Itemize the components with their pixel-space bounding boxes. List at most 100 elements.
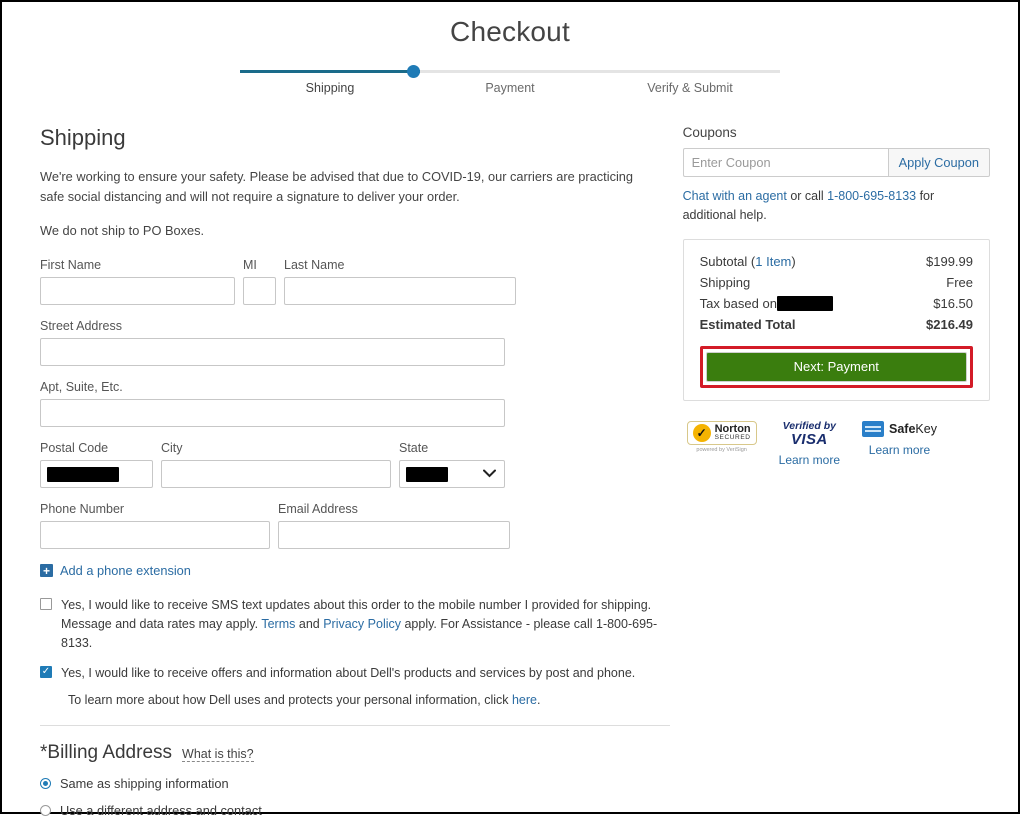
step-track-shipping <box>240 65 420 78</box>
state-select[interactable] <box>399 460 505 489</box>
safekey-learn-more-link[interactable]: Learn more <box>862 443 937 458</box>
tax-location-redaction <box>776 295 833 311</box>
offers-consent-checkbox[interactable]: ✓ <box>40 665 52 678</box>
step-track-fill-shipping <box>240 70 420 73</box>
postal-code-input[interactable] <box>40 460 153 489</box>
city-input[interactable] <box>161 460 391 489</box>
sms-consent-checkbox[interactable] <box>40 598 52 611</box>
step-dot-shipping <box>407 65 420 78</box>
summary-subtotal-value: $199.99 <box>926 253 973 269</box>
contact-row: Phone Number Email Address <box>40 502 671 550</box>
first-name-input[interactable] <box>40 277 235 306</box>
next-payment-button[interactable]: Next: Payment <box>705 351 967 382</box>
email-address-label: Email Address <box>278 502 358 517</box>
summary-tax-label-wrap: Tax based on <box>699 295 833 311</box>
apt-row: Apt, Suite, Etc. <box>40 380 671 428</box>
billing-radio-different[interactable] <box>40 805 51 817</box>
sms-consent-row[interactable]: Yes, I would like to receive SMS text up… <box>40 596 671 652</box>
summary-row-subtotal: Subtotal (1 Item) $199.99 <box>700 254 973 269</box>
billing-option-same-label: Same as shipping information <box>60 776 229 792</box>
add-phone-extension-button[interactable]: + Add a phone extension <box>40 563 191 578</box>
sms-consent-line2-a: Message and data rates may apply. <box>61 617 262 632</box>
state-redaction <box>406 466 448 482</box>
billing-option-different-label: Use a different address and contact <box>60 803 262 819</box>
add-phone-extension-label: Add a phone extension <box>60 563 191 579</box>
first-name-label: First Name <box>40 258 102 273</box>
plus-icon: + <box>40 564 53 578</box>
summary-subtotal-label: Subtotal (1 Item) <box>700 254 796 269</box>
chat-help-line: Chat with an agent or call 1-800-695-813… <box>683 187 990 225</box>
postal-code-redaction <box>47 466 119 482</box>
summary-total-label: Estimated Total <box>699 316 796 332</box>
chat-help-mid: or call <box>786 189 828 203</box>
last-name-input[interactable] <box>284 277 516 306</box>
postal-code-label: Postal Code <box>40 441 109 456</box>
apply-coupon-button[interactable]: Apply Coupon <box>887 148 990 177</box>
apt-suite-input[interactable] <box>40 399 505 428</box>
apt-suite-label: Apt, Suite, Etc. <box>40 380 123 395</box>
norton-powered-by: powered by VeriSign <box>696 446 747 453</box>
chat-with-agent-link[interactable]: Chat with an agent <box>683 189 787 203</box>
support-phone-link[interactable]: 1-800-695-8133 <box>827 189 916 203</box>
shipping-column: Shipping We're working to ensure your sa… <box>40 125 671 830</box>
what-is-this-link[interactable]: What is this? <box>182 747 254 763</box>
step-label-verify-submit: Verify & Submit <box>647 81 733 95</box>
step-payment[interactable]: Payment <box>420 64 600 95</box>
street-row: Street Address <box>40 319 671 367</box>
badge-verified-by-visa: Verified by VISA Learn more <box>779 420 840 469</box>
phone-number-input[interactable] <box>40 521 270 550</box>
name-row: First Name MI Last Name <box>40 258 671 306</box>
step-verify-submit[interactable]: Verify & Submit <box>600 64 780 95</box>
trust-badges: ✓ Norton SECURED powered by VeriSign Ver… <box>683 420 990 469</box>
item-count-link[interactable]: 1 Item <box>755 254 791 269</box>
phone-number-label: Phone Number <box>40 502 125 517</box>
mi-label: MI <box>243 258 257 273</box>
step-label-shipping: Shipping <box>305 81 355 95</box>
state-label: State <box>399 441 429 456</box>
section-divider <box>40 725 670 727</box>
visa-learn-more-link[interactable]: Learn more <box>779 453 840 468</box>
billing-option-same[interactable]: Same as shipping information <box>40 776 671 791</box>
billing-heading-row: *Billing Address What is this? <box>40 742 671 764</box>
summary-tax-value: $16.50 <box>933 295 973 311</box>
shipping-heading: Shipping <box>40 125 126 150</box>
summary-subtotal-text: Subtotal ( <box>699 253 756 269</box>
summary-tax-label: Tax based on <box>699 295 777 311</box>
coupons-heading: Coupons <box>682 125 737 140</box>
summary-subtotal-text-tail: ) <box>791 253 796 269</box>
order-summary-card: Subtotal (1 Item) $199.99 Shipping Free … <box>682 238 990 401</box>
mi-input[interactable] <box>243 277 276 306</box>
page-title: Checkout <box>450 16 570 47</box>
visa-icon: Verified by VISA <box>779 420 840 448</box>
street-address-input[interactable] <box>40 338 505 367</box>
covid-notice: We're working to ensure your safety. Ple… <box>40 169 634 204</box>
summary-shipping-label: Shipping <box>699 274 751 290</box>
billing-address-heading: *Billing Address <box>40 742 173 764</box>
billing-option-different[interactable]: Use a different address and contact <box>40 803 671 818</box>
last-name-label: Last Name <box>284 258 345 273</box>
summary-row-shipping: Shipping Free <box>700 275 973 290</box>
privacy-policy-link[interactable]: Privacy Policy <box>323 617 401 631</box>
step-shipping[interactable]: Shipping <box>240 64 420 95</box>
terms-link[interactable]: Terms <box>261 617 295 631</box>
privacy-note: To learn more about how Dell uses and pr… <box>68 693 671 707</box>
summary-shipping-value: Free <box>946 274 973 290</box>
sms-consent-line1: Yes, I would like to receive SMS text up… <box>61 598 652 613</box>
safekey-main-b: Key <box>915 421 937 436</box>
po-box-notice: We do not ship to PO Boxes. <box>40 222 205 238</box>
street-address-label: Street Address <box>40 319 122 334</box>
summary-total-value: $216.49 <box>926 316 973 332</box>
email-address-input[interactable] <box>278 521 510 550</box>
privacy-here-link[interactable]: here <box>512 693 537 707</box>
next-button-highlight: Next: Payment <box>699 345 973 388</box>
checkmark-icon: ✓ <box>692 423 711 442</box>
norton-secured-icon: ✓ Norton SECURED <box>686 420 757 445</box>
offers-consent-row[interactable]: ✓ Yes, I would like to receive offers an… <box>40 664 671 683</box>
location-row: Postal Code City State <box>40 441 671 489</box>
billing-radio-same[interactable] <box>40 778 51 790</box>
visa-main-label: VISA <box>791 430 828 448</box>
checkout-page: Checkout Shipping Payment Verify & Submi… <box>0 0 1020 818</box>
safekey-main-a: Safe <box>889 421 916 436</box>
summary-row-total: Estimated Total $216.49 <box>700 317 973 332</box>
coupon-input[interactable] <box>682 148 888 177</box>
